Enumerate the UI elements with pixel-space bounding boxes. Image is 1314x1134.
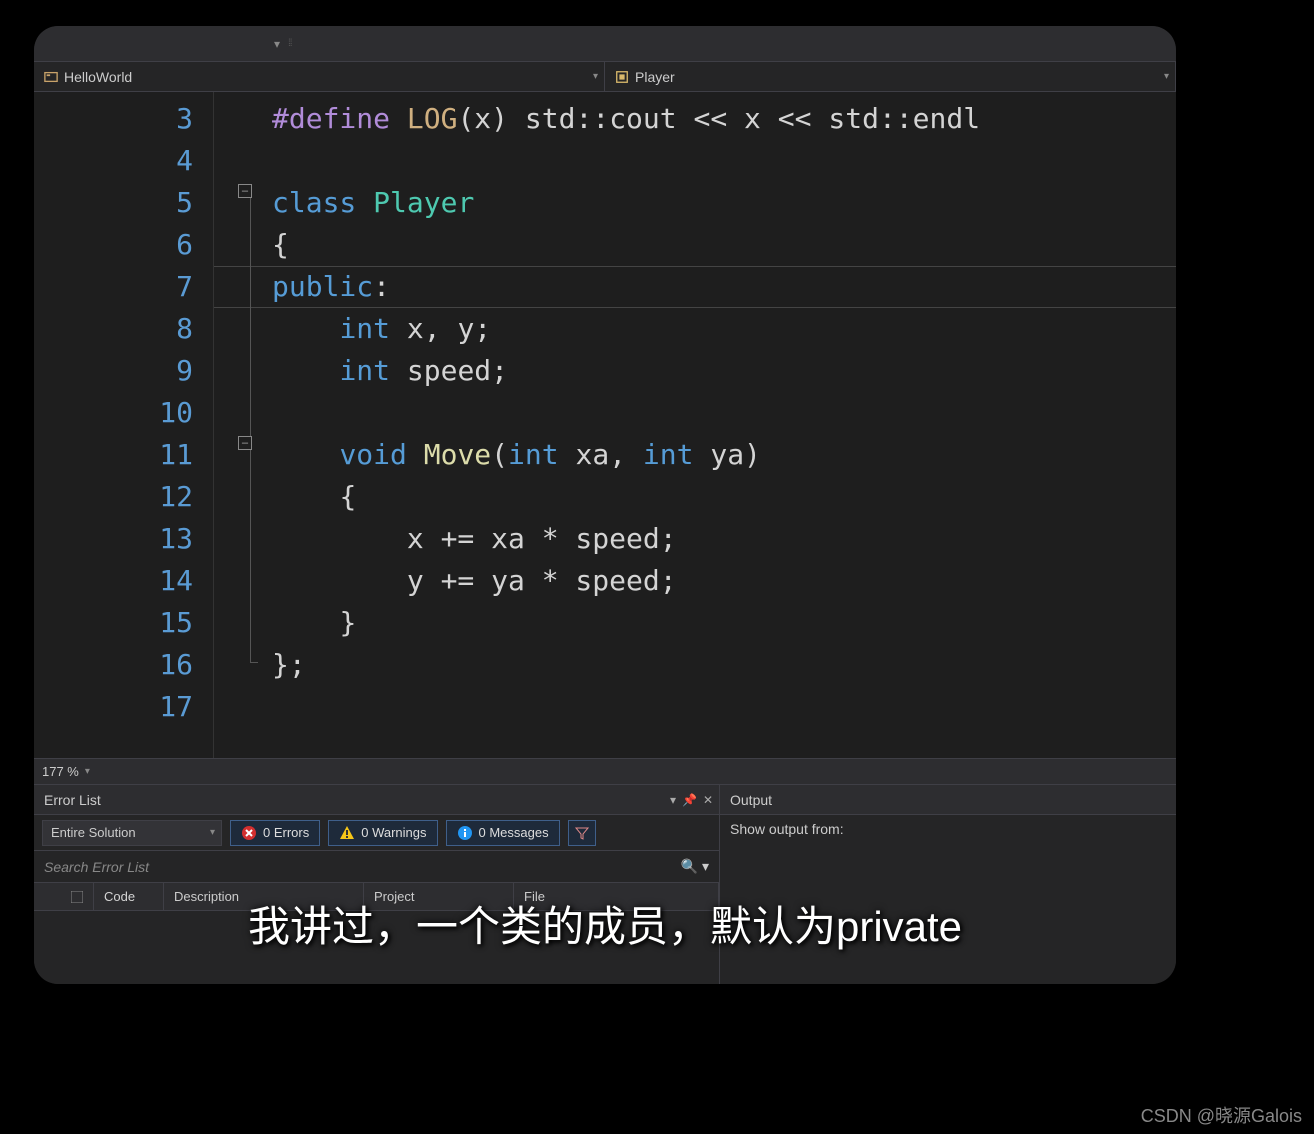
code-editor[interactable]: 34567891011121314151617 − − #define LOG(…: [34, 92, 1176, 758]
category-icon: [71, 891, 83, 903]
bottom-panels: Error List ▾ 📌 ✕ Entire Solution ▾ 0 Err…: [34, 784, 1176, 984]
zoom-control[interactable]: 177 % ▾: [34, 758, 1176, 784]
nav-project-dropdown[interactable]: HelloWorld ▾: [34, 62, 605, 91]
fold-toggle[interactable]: −: [238, 184, 252, 198]
outline-column: − −: [238, 92, 268, 758]
panel-title-text: Error List: [44, 792, 101, 808]
error-table-header: Code Description Project File: [34, 883, 719, 911]
output-panel: Output Show output from:: [720, 785, 1176, 984]
messages-filter[interactable]: 0 Messages: [446, 820, 560, 846]
filter-icon: [574, 825, 590, 841]
errors-count: 0 Errors: [263, 825, 309, 840]
column-category[interactable]: [34, 883, 94, 910]
output-title-bar[interactable]: Output: [720, 785, 1176, 815]
column-file[interactable]: File: [514, 883, 719, 910]
build-filter-button[interactable]: [568, 820, 596, 846]
output-from-label: Show output from:: [730, 821, 844, 837]
output-toolbar: Show output from:: [720, 815, 1176, 843]
nav-project-label: HelloWorld: [64, 69, 132, 85]
chevron-down-icon: ▾: [85, 766, 90, 777]
nav-scope-dropdown[interactable]: Player ▾: [605, 62, 1176, 91]
column-code[interactable]: Code: [94, 883, 164, 910]
errors-filter[interactable]: 0 Errors: [230, 820, 320, 846]
scope-dropdown[interactable]: Entire Solution ▾: [42, 820, 222, 846]
watermark: CSDN @晓源Galois: [1141, 1102, 1302, 1128]
code-content[interactable]: #define LOG(x) std::cout << x << std::en…: [214, 92, 1176, 728]
scope-value: Entire Solution: [51, 825, 136, 840]
error-filter-row: Entire Solution ▾ 0 Errors 0 Warnings 0 …: [34, 815, 719, 851]
project-icon: [44, 70, 58, 84]
error-list-panel: Error List ▾ 📌 ✕ Entire Solution ▾ 0 Err…: [34, 785, 720, 984]
chevron-down-icon[interactable]: ▾: [274, 37, 280, 51]
info-icon: [457, 825, 473, 841]
chevron-down-icon: ▾: [210, 827, 215, 838]
column-description[interactable]: Description: [164, 883, 364, 910]
chevron-down-icon: ▾: [593, 71, 598, 82]
column-project[interactable]: Project: [364, 883, 514, 910]
outline-end: [250, 662, 258, 663]
nav-scope-label: Player: [635, 69, 675, 85]
chevron-down-icon: ▾: [1164, 71, 1169, 82]
chevron-down-icon[interactable]: ▾: [670, 793, 676, 807]
zoom-value: 177 %: [42, 764, 79, 779]
pin-icon[interactable]: 📌: [682, 793, 697, 807]
outline-guide: [250, 198, 251, 662]
ide-window: ▾ ⁞⁞ HelloWorld ▾ Player ▾ 3456789101112…: [34, 26, 1176, 984]
warning-icon: [339, 825, 355, 841]
line-number-gutter: 34567891011121314151617: [34, 92, 214, 758]
fold-toggle[interactable]: −: [238, 436, 252, 450]
panel-title-text: Output: [730, 792, 772, 808]
error-search[interactable]: Search Error List 🔍 ▾: [34, 851, 719, 883]
error-list-title-bar[interactable]: Error List ▾ 📌 ✕: [34, 785, 719, 815]
warnings-filter[interactable]: 0 Warnings: [328, 820, 437, 846]
search-icon: 🔍 ▾: [681, 858, 709, 875]
toolbar-strip: ▾ ⁞⁞: [34, 26, 1176, 62]
class-icon: [615, 70, 629, 84]
error-icon: [241, 825, 257, 841]
warnings-count: 0 Warnings: [361, 825, 426, 840]
search-placeholder: Search Error List: [44, 859, 149, 875]
messages-count: 0 Messages: [479, 825, 549, 840]
grip-icon[interactable]: ⁞⁞: [288, 38, 292, 49]
close-icon[interactable]: ✕: [703, 793, 713, 807]
navigation-bar: HelloWorld ▾ Player ▾: [34, 62, 1176, 92]
